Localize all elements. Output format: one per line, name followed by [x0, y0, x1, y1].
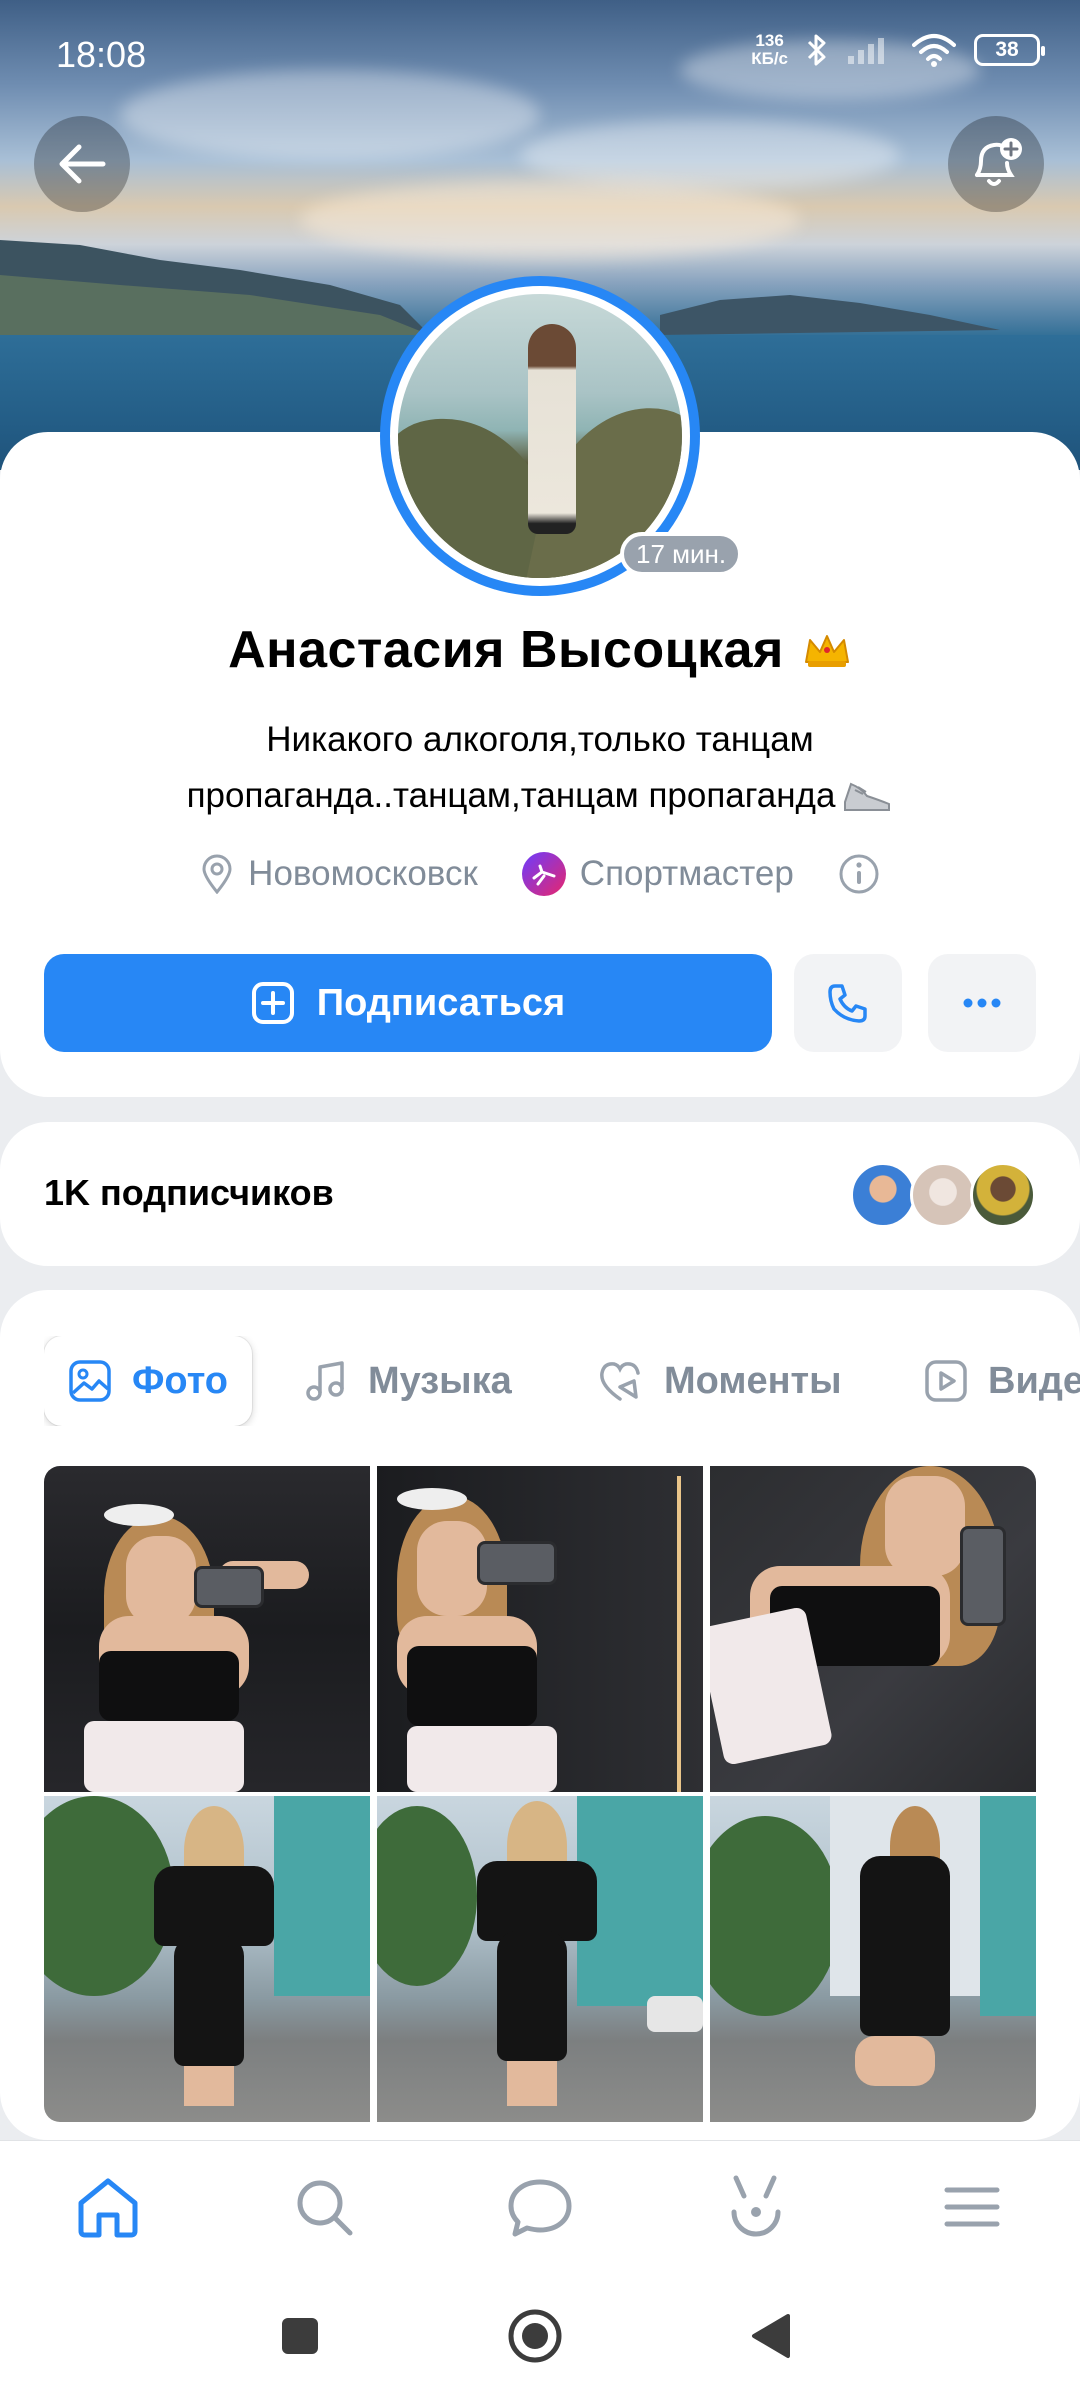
content-card: Фото Музыка Моменты Виде: [0, 1290, 1080, 2140]
phone-icon: [828, 984, 867, 1023]
call-button[interactable]: [794, 954, 902, 1052]
followers-card[interactable]: 1K подписчиков: [0, 1122, 1080, 1266]
photo-grid: [44, 1466, 1036, 2122]
bottom-navigation: [0, 2140, 1080, 2270]
status-time: 18:08: [56, 34, 147, 75]
content-tabs: Фото Музыка Моменты Виде: [44, 1336, 1080, 1426]
more-button[interactable]: [928, 954, 1036, 1052]
photo-thumbnail[interactable]: [710, 1466, 1036, 1792]
nav-menu[interactable]: [932, 2167, 1012, 2247]
music-icon: [306, 1361, 344, 1401]
sneaker-icon: [844, 782, 891, 811]
network-speed: 136 КБ/с: [751, 31, 788, 68]
home-button[interactable]: [505, 2306, 565, 2366]
system-navigation: [0, 2270, 1080, 2400]
circle-icon: [508, 2309, 562, 2363]
moments-icon: [600, 1362, 640, 1401]
profile-status: Никакого алкоголя,только танцам пропаган…: [120, 712, 960, 824]
subscribe-button[interactable]: Подписаться: [44, 954, 772, 1052]
home-icon: [78, 2178, 138, 2238]
tab-photos[interactable]: Фото: [44, 1336, 253, 1426]
city-label[interactable]: Новомосковск: [248, 854, 478, 894]
followers-count: 1K подписчиков: [44, 1172, 334, 1213]
signal-icon: [848, 38, 884, 64]
info-icon[interactable]: [838, 853, 880, 895]
tab-moments[interactable]: Моменты: [596, 1336, 842, 1426]
follower-avatar: [910, 1162, 976, 1228]
messages-icon: [508, 2179, 572, 2237]
photo-thumbnail[interactable]: [44, 1466, 370, 1792]
subscribe-notifications-button[interactable]: [948, 116, 1044, 212]
profile-meta: Новомосковск Спортмастер: [0, 852, 1080, 896]
triangle-back-icon: [752, 2314, 790, 2358]
wifi-icon: [912, 34, 956, 67]
services-icon: [731, 2175, 781, 2237]
crown-icon[interactable]: [802, 630, 852, 670]
photo-thumbnail[interactable]: [44, 1796, 370, 2122]
image-icon: [69, 1360, 111, 1402]
recents-button[interactable]: [270, 2306, 330, 2366]
photo-thumbnail[interactable]: [377, 1796, 703, 2122]
photo-thumbnail[interactable]: [710, 1796, 1036, 2122]
nav-messages[interactable]: [500, 2167, 580, 2247]
more-dots-icon: [963, 998, 1001, 1008]
plus-square-icon: [251, 982, 294, 1024]
nav-search[interactable]: [284, 2167, 364, 2247]
follower-avatar: [970, 1162, 1036, 1228]
bluetooth-icon: [807, 34, 826, 66]
tab-video[interactable]: Виде: [924, 1336, 1080, 1426]
nav-services[interactable]: [716, 2167, 796, 2247]
nav-home[interactable]: [68, 2167, 148, 2247]
video-icon: [925, 1360, 967, 1402]
profile-name: Анастасия Высоцкая: [228, 621, 784, 679]
search-icon: [297, 2180, 353, 2236]
sportmaster-logo-icon: [521, 852, 566, 896]
status-bar: 18:08 136 КБ/с 38: [0, 0, 1080, 110]
battery-indicator: 38: [974, 34, 1045, 66]
follower-avatars: [850, 1162, 1036, 1228]
last-seen-badge: 17 мин.: [620, 532, 743, 576]
location-pin-icon: [202, 854, 232, 894]
follower-avatar: [850, 1162, 916, 1228]
work-label[interactable]: Спортмастер: [580, 854, 794, 894]
back-button[interactable]: [34, 116, 130, 212]
arrow-left-icon: [59, 144, 106, 184]
photo-thumbnail[interactable]: [377, 1466, 703, 1792]
bell-plus-icon: [975, 138, 1022, 186]
system-back-button[interactable]: [740, 2306, 800, 2366]
square-icon: [282, 2318, 318, 2354]
tab-music[interactable]: Музыка: [304, 1336, 512, 1426]
menu-icon: [944, 2187, 1000, 2227]
